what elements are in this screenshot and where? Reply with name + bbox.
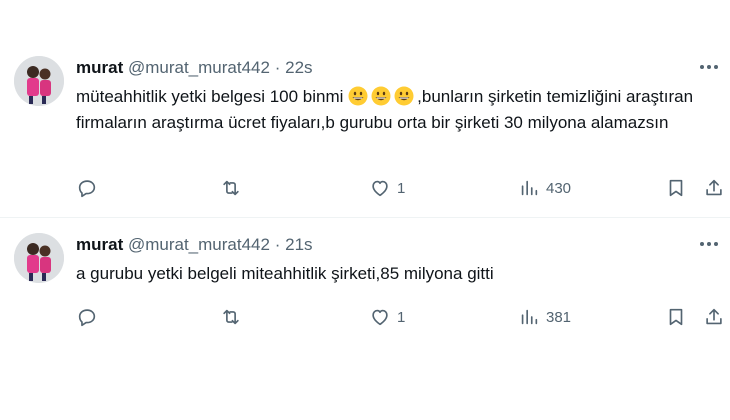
tweet-actions: 1 381 (76, 305, 722, 329)
tweet-actions: 1 430 (76, 176, 722, 200)
heart-icon (372, 309, 388, 326)
tweet[interactable]: murat @murat_murat442 · 21s a gurubu yet… (0, 219, 730, 349)
views-icon (521, 180, 538, 196)
reply-button[interactable] (76, 305, 98, 329)
tweet[interactable]: murat @murat_murat442 · 22s müteahhitlik… (0, 42, 730, 218)
separator-dot: · (274, 235, 281, 254)
reply-icon (78, 309, 96, 327)
retweet-icon (223, 309, 239, 325)
bookmark-icon (669, 179, 683, 197)
tweet-text: müteahhitlik yetki belgesi 100 binmi ,bu… (76, 84, 716, 136)
user-handle[interactable]: @murat_murat442 (128, 235, 270, 254)
view-count: 430 (546, 179, 572, 197)
grinning-face-icon (394, 86, 414, 106)
share-button[interactable] (703, 305, 725, 329)
tweet-header: murat @murat_murat442 · 21s (76, 235, 313, 255)
bookmark-button[interactable] (665, 176, 687, 200)
like-button[interactable]: 1 (369, 305, 405, 329)
tweet-text: a gurubu yetki belgeli miteahhitlik şirk… (76, 261, 716, 287)
retweet-button[interactable] (220, 176, 242, 200)
reply-icon (78, 180, 96, 198)
reply-button[interactable] (76, 176, 98, 200)
display-name[interactable]: murat (76, 58, 123, 77)
timestamp[interactable]: 21s (285, 235, 312, 254)
share-icon (706, 308, 722, 325)
tweet-text-start: müteahhitlik yetki belgesi 100 binmi (76, 87, 344, 106)
more-icon[interactable] (698, 60, 720, 74)
separator-dot: · (274, 58, 281, 77)
heart-icon (372, 180, 388, 197)
like-count: 1 (397, 179, 406, 197)
view-count: 381 (546, 308, 572, 326)
grinning-face-icon (371, 86, 391, 106)
like-count: 1 (397, 308, 406, 326)
retweet-button[interactable] (220, 305, 242, 329)
more-icon[interactable] (698, 237, 720, 251)
avatar[interactable] (14, 56, 64, 106)
avatar[interactable] (14, 233, 64, 283)
display-name[interactable]: murat (76, 235, 123, 254)
share-icon (706, 179, 722, 196)
like-button[interactable]: 1 (369, 176, 405, 200)
tweet-header: murat @murat_murat442 · 22s (76, 58, 313, 78)
user-handle[interactable]: @murat_murat442 (128, 58, 270, 77)
views-button[interactable]: 430 (518, 176, 571, 200)
views-icon (521, 309, 538, 325)
grinning-face-icon (348, 86, 368, 106)
views-button[interactable]: 381 (518, 305, 571, 329)
tweet-text-start: a gurubu yetki belgeli miteahhitlik şirk… (76, 264, 494, 283)
timestamp[interactable]: 22s (285, 58, 312, 77)
retweet-icon (223, 180, 239, 196)
bookmark-icon (669, 308, 683, 326)
share-button[interactable] (703, 176, 725, 200)
bookmark-button[interactable] (665, 305, 687, 329)
